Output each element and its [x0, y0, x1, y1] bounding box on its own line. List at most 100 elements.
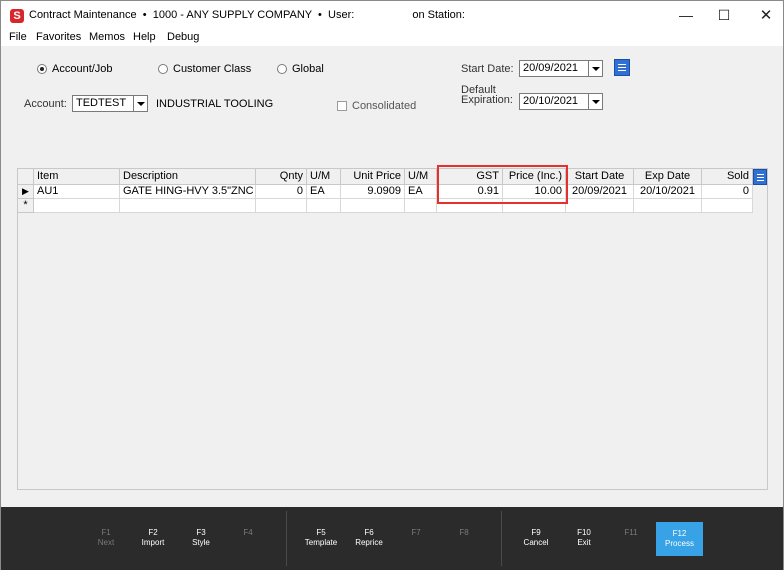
cell-exp-date[interactable]: 20/10/2021 [634, 185, 702, 199]
new-cell[interactable] [634, 199, 702, 213]
cell-item[interactable]: AU1 [34, 185, 120, 199]
new-cell[interactable] [405, 199, 437, 213]
f1-next-button: F1 Next [83, 521, 129, 557]
account-label: Account: [24, 98, 67, 110]
f11-button: F11 [608, 521, 654, 557]
cell-sold[interactable]: 0 [702, 185, 753, 199]
dropdown-arrow-icon[interactable] [588, 61, 602, 76]
menu-debug[interactable]: Debug [167, 31, 199, 43]
contract-form: Account/Job Customer Class Global Start … [1, 46, 783, 168]
col-um[interactable]: U/M [307, 169, 341, 185]
radio-unselected-icon [158, 64, 168, 74]
fkey-code: F4 [243, 528, 253, 537]
menu-help[interactable]: Help [133, 31, 156, 43]
cell-qnty[interactable]: 0 [256, 185, 307, 199]
column-chooser-icon[interactable] [753, 169, 767, 185]
fkey-code: F9 [531, 528, 541, 537]
contract-maintenance-window: S Contract Maintenance • 1000 - ANY SUPP… [0, 0, 784, 570]
cell-unit-price[interactable]: 9.0909 [341, 185, 405, 199]
new-cell[interactable] [437, 199, 503, 213]
radio-unselected-icon [277, 64, 287, 74]
f5-template-button[interactable]: F5 Template [298, 521, 344, 557]
cell-um-2[interactable]: EA [405, 185, 437, 199]
f7-button: F7 [393, 521, 439, 557]
menu-bar: File Favorites Memos Help Debug [1, 30, 783, 46]
col-item[interactable]: Item [34, 169, 120, 185]
col-price-inc[interactable]: Price (Inc.) [503, 169, 566, 185]
expiration-label: Expiration: [461, 94, 513, 106]
cell-gst[interactable]: 0.91 [437, 185, 503, 199]
menu-file[interactable]: File [9, 31, 27, 43]
fkey-code: F6 [364, 528, 374, 537]
col-sold[interactable]: Sold [702, 169, 753, 185]
account-dropdown[interactable]: TEDTEST [72, 95, 148, 112]
fkey-label: Style [192, 538, 210, 547]
cell-description[interactable]: GATE HING-HVY 3.5"ZNC 2P [120, 185, 256, 199]
new-row-icon: * [18, 199, 34, 213]
radio-label: Global [292, 63, 324, 75]
fkey-label: Reprice [355, 538, 383, 547]
f8-button: F8 [441, 521, 487, 557]
new-cell[interactable] [34, 199, 120, 213]
fkey-code: F11 [624, 528, 638, 537]
col-description[interactable]: Description [120, 169, 256, 185]
cell-price-inc[interactable]: 10.00 [503, 185, 566, 199]
title-separator: • [142, 9, 147, 21]
new-cell[interactable] [120, 199, 256, 213]
contract-items-grid: Item Description Qnty U/M Unit Price U/M… [17, 168, 768, 490]
start-date-picker[interactable]: 20/09/2021 [519, 60, 603, 77]
new-cell[interactable] [341, 199, 405, 213]
fkey-label: Process [665, 539, 694, 548]
dropdown-arrow-icon[interactable] [133, 96, 147, 111]
app-name: Contract Maintenance [29, 9, 137, 21]
fkey-code: F7 [411, 528, 421, 537]
new-cell[interactable] [702, 199, 753, 213]
fkey-separator [286, 511, 287, 566]
menu-memos[interactable]: Memos [89, 31, 125, 43]
new-cell[interactable] [256, 199, 307, 213]
col-gst[interactable]: GST [437, 169, 503, 185]
col-exp-date[interactable]: Exp Date [634, 169, 702, 185]
fkey-code: F8 [459, 528, 469, 537]
cell-start-date[interactable]: 20/09/2021 [566, 185, 634, 199]
radio-account-job[interactable]: Account/Job [37, 63, 113, 75]
fkey-label: Template [304, 538, 338, 547]
f10-exit-button[interactable]: F10 Exit [561, 521, 607, 557]
new-cell[interactable] [566, 199, 634, 213]
close-button[interactable]: ✕ [743, 1, 784, 30]
title-bar: S Contract Maintenance • 1000 - ANY SUPP… [1, 1, 783, 30]
start-date-value: 20/09/2021 [523, 62, 579, 74]
col-unit-price[interactable]: Unit Price [341, 169, 405, 185]
f3-style-button[interactable]: F3 Style [178, 521, 224, 557]
f12-process-button[interactable]: F12 Process [656, 522, 703, 556]
company-name: 1000 - ANY SUPPLY COMPANY [152, 9, 312, 21]
calendar-menu-icon[interactable] [614, 59, 630, 76]
new-cell[interactable] [503, 199, 566, 213]
fkey-code: F12 [672, 529, 687, 538]
fkey-code: F10 [577, 528, 591, 537]
expiration-date-picker[interactable]: 20/10/2021 [519, 93, 603, 110]
function-key-bar: F1 Next F2 Import F3 Style F4 F5 Template F6… [1, 507, 783, 570]
consolidated-label: Consolidated [352, 100, 417, 112]
col-start-date[interactable]: Start Date [566, 169, 634, 185]
radio-label: Customer Class [173, 63, 252, 75]
dropdown-arrow-icon[interactable] [588, 94, 602, 109]
radio-label: Account/Job [52, 63, 113, 75]
col-um-2[interactable]: U/M [405, 169, 437, 185]
col-qnty[interactable]: Qnty [256, 169, 307, 185]
radio-global[interactable]: Global [277, 63, 324, 75]
maximize-button[interactable]: ☐ [701, 1, 747, 30]
radio-customer-class[interactable]: Customer Class [158, 63, 251, 75]
cell-um[interactable]: EA [307, 185, 341, 199]
new-cell[interactable] [307, 199, 341, 213]
checkbox-icon [337, 101, 347, 111]
f9-cancel-button[interactable]: F9 Cancel [513, 521, 559, 557]
table-row[interactable]: ▶ AU1 GATE HING-HVY 3.5"ZNC 2P 0 EA 9.09… [18, 185, 767, 199]
f6-reprice-button[interactable]: F6 Reprice [346, 521, 392, 557]
consolidated-checkbox[interactable]: Consolidated [337, 100, 416, 112]
f2-import-button[interactable]: F2 Import [130, 521, 176, 557]
fkey-code: F5 [316, 528, 326, 537]
new-row[interactable]: * [18, 199, 767, 213]
fkey-separator [501, 511, 502, 566]
menu-favorites[interactable]: Favorites [36, 31, 81, 43]
